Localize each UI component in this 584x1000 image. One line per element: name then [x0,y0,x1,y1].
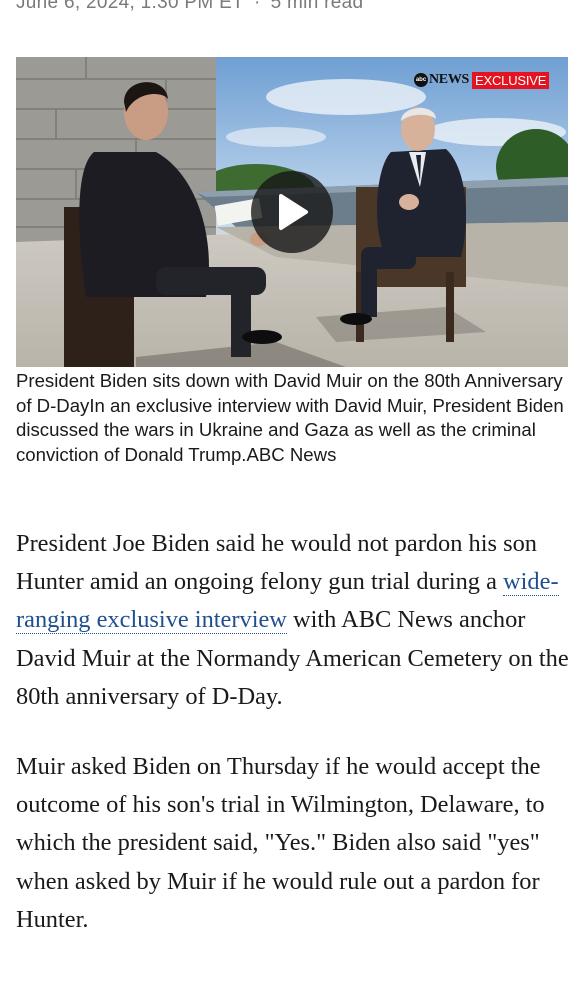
paragraph-text: President Joe Biden said he would not pa… [16,530,537,596]
exclusive-label: EXCLUSIVE [472,71,550,89]
abc-news-exclusive-badge: abc NEWS EXCLUSIVE [414,71,550,89]
publish-date: June 6, 2024, 1:30 PM ET [16,0,244,13]
caption-credit: ABC News [246,443,337,465]
article-paragraph: Muir asked Biden on Thursday if he would… [16,753,545,933]
play-button[interactable] [251,171,333,253]
article-body: President Joe Biden said he would not pa… [16,525,572,971]
video-caption: President Biden sits down with David Mui… [16,369,568,467]
read-time: 5 min read [270,0,364,13]
network-name: NEWS [429,72,470,87]
article-meta: June 6, 2024, 1:30 PM ET · 5 min read [16,0,363,22]
play-icon [279,194,308,230]
article-paragraph: President Joe Biden said he would not pa… [16,525,572,716]
meta-separator: · [253,0,261,13]
abc-logo-icon: abc [414,73,428,87]
video-player[interactable]: abc NEWS EXCLUSIVE [16,57,568,367]
